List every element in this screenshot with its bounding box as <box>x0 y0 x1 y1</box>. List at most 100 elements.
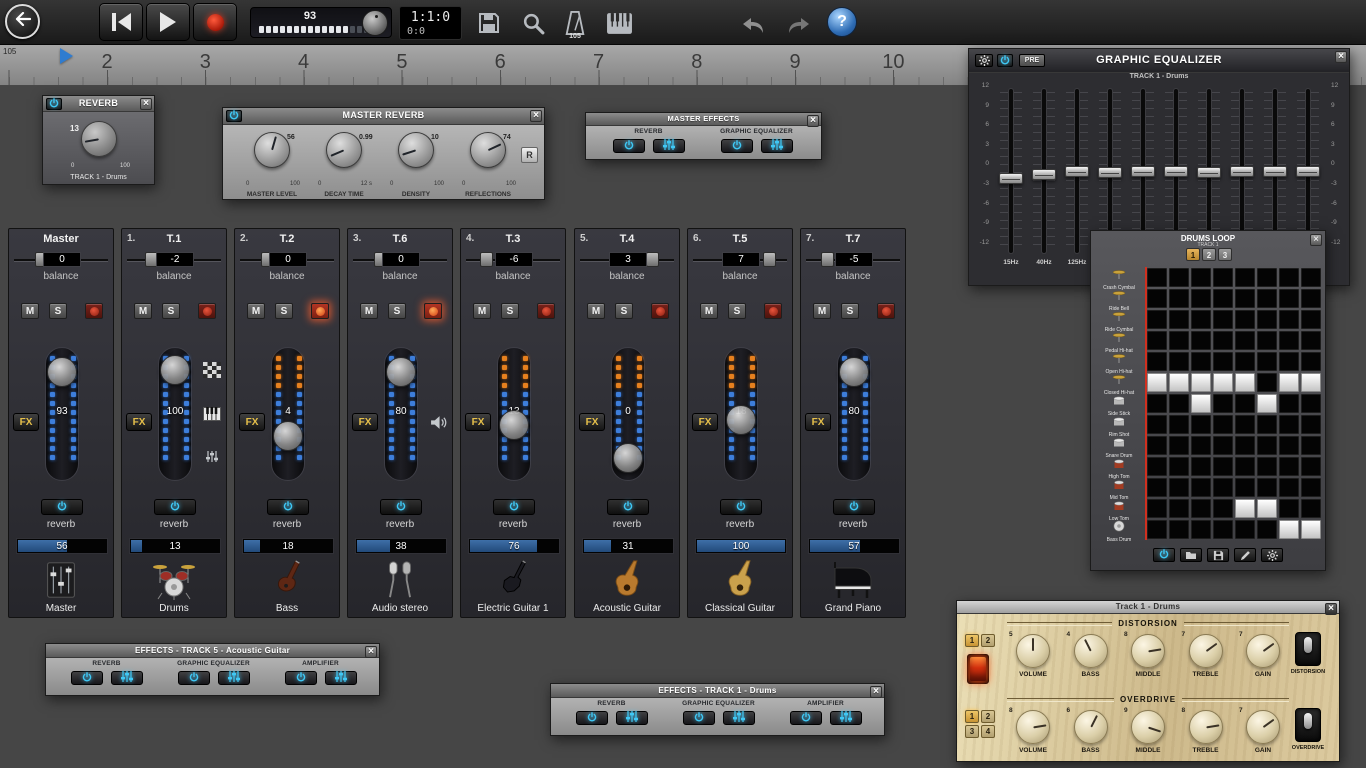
step-cell[interactable] <box>1257 478 1277 497</box>
volume-fader[interactable]: 100 <box>158 347 192 481</box>
eq-slider-handle[interactable] <box>1131 166 1155 177</box>
step-cell[interactable] <box>1169 415 1189 434</box>
fader-handle[interactable] <box>47 357 77 387</box>
step-cell[interactable] <box>1235 352 1255 371</box>
step-cell[interactable] <box>1147 457 1167 476</box>
knob[interactable] <box>398 132 434 168</box>
step-cell[interactable] <box>1235 499 1255 518</box>
step-cell[interactable] <box>1257 394 1277 413</box>
step-cell[interactable] <box>1191 499 1211 518</box>
folder-button[interactable] <box>1180 548 1202 562</box>
amp-knob-middle[interactable] <box>1131 634 1165 668</box>
close-icon[interactable] <box>807 115 819 127</box>
power-button[interactable] <box>997 54 1013 67</box>
reverb-power-button[interactable] <box>607 499 649 515</box>
reverb-amount-bar[interactable]: 31 <box>582 538 674 554</box>
step-cell[interactable] <box>1213 415 1233 434</box>
step-cell[interactable] <box>1301 499 1321 518</box>
step-cell[interactable] <box>1169 520 1189 539</box>
reverb-power-button[interactable] <box>380 499 422 515</box>
step-cell[interactable] <box>1279 352 1299 371</box>
volume-fader[interactable]: 18 <box>724 347 758 481</box>
mute-button[interactable]: M <box>587 303 605 319</box>
record-arm-button[interactable] <box>85 303 103 319</box>
mute-button[interactable]: M <box>247 303 265 319</box>
eq-slider-handle[interactable] <box>1263 166 1287 177</box>
window-titlebar[interactable]: MASTER EFFECTS <box>586 113 821 126</box>
channel-button-1[interactable]: 1 <box>965 634 979 647</box>
record-arm-button[interactable] <box>877 303 895 319</box>
step-cell[interactable] <box>1169 373 1189 392</box>
amp-knob-bass[interactable] <box>1074 634 1108 668</box>
step-cell[interactable] <box>1147 520 1167 539</box>
volume-fader[interactable]: 4 <box>271 347 305 481</box>
step-cell[interactable] <box>1257 436 1277 455</box>
solo-button[interactable]: S <box>615 303 633 319</box>
step-cell[interactable] <box>1235 394 1255 413</box>
close-icon[interactable] <box>140 98 152 110</box>
fx-edit-button[interactable] <box>616 711 648 725</box>
step-cell[interactable] <box>1301 457 1321 476</box>
step-cell[interactable] <box>1191 352 1211 371</box>
record-arm-button[interactable] <box>311 303 329 319</box>
step-cell[interactable] <box>1301 268 1321 287</box>
fx-power-button[interactable] <box>790 711 822 725</box>
step-cell[interactable] <box>1169 499 1189 518</box>
fx-button[interactable]: FX <box>692 413 718 431</box>
step-cell[interactable] <box>1257 289 1277 308</box>
fx-edit-button[interactable] <box>830 711 862 725</box>
volume-fader[interactable]: 80 <box>384 347 418 481</box>
solo-button[interactable]: S <box>388 303 406 319</box>
step-cell[interactable] <box>1147 499 1167 518</box>
step-cell[interactable] <box>1191 415 1211 434</box>
solo-button[interactable]: S <box>275 303 293 319</box>
fader-handle[interactable] <box>386 357 416 387</box>
sliders-icon[interactable] <box>200 445 224 467</box>
amp-knob-treble[interactable] <box>1189 710 1223 744</box>
distorsion-toggle-switch[interactable] <box>1295 632 1321 666</box>
step-cell[interactable] <box>1301 415 1321 434</box>
fader-handle[interactable] <box>613 443 643 473</box>
speaker-icon[interactable] <box>426 411 450 433</box>
fx-button[interactable]: FX <box>579 413 605 431</box>
step-cell[interactable] <box>1213 310 1233 329</box>
step-cell[interactable] <box>1257 520 1277 539</box>
solo-button[interactable]: S <box>841 303 859 319</box>
step-cell[interactable] <box>1279 499 1299 518</box>
channel-button-4[interactable]: 4 <box>981 725 995 738</box>
step-cell[interactable] <box>1191 478 1211 497</box>
step-cell[interactable] <box>1213 289 1233 308</box>
eq-slider-handle[interactable] <box>1164 166 1188 177</box>
step-cell[interactable] <box>1301 373 1321 392</box>
fx-button[interactable]: FX <box>126 413 152 431</box>
solo-button[interactable]: S <box>728 303 746 319</box>
fx-power-button[interactable] <box>576 711 608 725</box>
reverb-power-button[interactable] <box>493 499 535 515</box>
reverb-amount-bar[interactable]: 57 <box>808 538 900 554</box>
channel-button-1[interactable]: 1 <box>965 710 979 723</box>
step-cell[interactable] <box>1301 520 1321 539</box>
step-cell[interactable] <box>1191 373 1211 392</box>
pattern-tab-2[interactable]: 2 <box>1202 248 1216 261</box>
step-cell[interactable] <box>1147 352 1167 371</box>
master-level-knob[interactable] <box>362 10 388 36</box>
solo-button[interactable]: S <box>49 303 67 319</box>
record-arm-button[interactable] <box>198 303 216 319</box>
amp-knob-treble[interactable] <box>1189 634 1223 668</box>
balance-handle[interactable] <box>763 252 776 267</box>
play-button[interactable] <box>146 3 190 41</box>
metronome-button[interactable]: 105 <box>558 7 592 39</box>
record-arm-button[interactable] <box>764 303 782 319</box>
knob[interactable] <box>326 132 362 168</box>
step-cell[interactable] <box>1169 289 1189 308</box>
step-cell[interactable] <box>1147 394 1167 413</box>
step-cell[interactable] <box>1191 268 1211 287</box>
step-cell[interactable] <box>1279 520 1299 539</box>
save-button[interactable] <box>472 7 506 39</box>
eq-slider-handle[interactable] <box>1197 167 1221 178</box>
step-cell[interactable] <box>1147 310 1167 329</box>
power-button[interactable] <box>226 110 242 122</box>
fx-edit-button[interactable] <box>653 139 685 153</box>
reverb-amount-bar[interactable]: 56 <box>16 538 108 554</box>
window-titlebar[interactable]: EFFECTS - TRACK 5 - Acoustic Guitar <box>46 644 379 658</box>
